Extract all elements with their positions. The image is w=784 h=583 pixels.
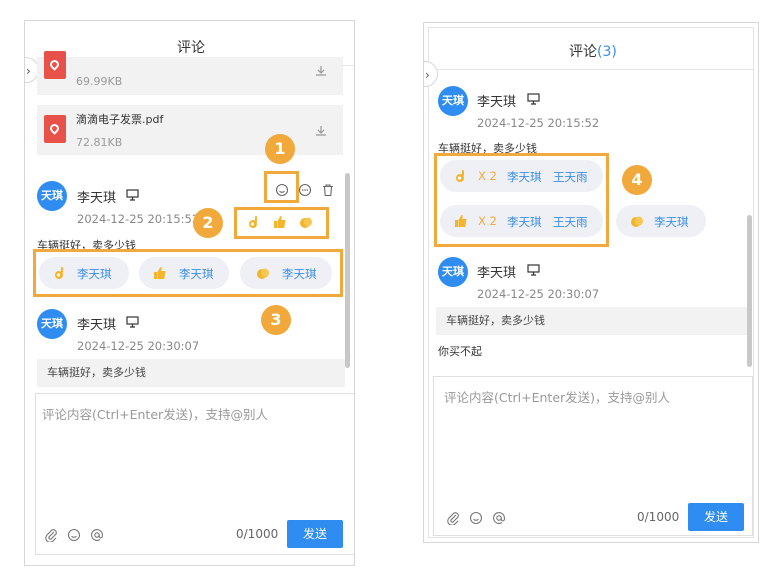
- scrollbar[interactable]: [747, 215, 752, 367]
- step-badge: 1: [265, 134, 295, 164]
- comment-count: (3): [597, 44, 617, 60]
- panel-title: 评论(3): [569, 41, 617, 61]
- download-icon[interactable]: [315, 125, 327, 137]
- clap-icon: [630, 214, 644, 228]
- quoted-comment: 车辆挺好，卖多少钱: [436, 307, 748, 335]
- download-icon[interactable]: [315, 65, 327, 77]
- desktop-icon: [126, 189, 139, 201]
- desktop-icon: [527, 93, 540, 105]
- editor-placeholder: 评论内容(Ctrl+Enter发送)，支持@别人: [444, 390, 671, 405]
- comment-author: 李天琪: [77, 318, 117, 333]
- comment-time: 2024-12-25 20:15:52: [77, 212, 200, 226]
- scrollbar[interactable]: [345, 173, 350, 368]
- divider: [428, 69, 754, 70]
- emoji-icon[interactable]: [67, 528, 81, 542]
- file-card[interactable]: 滴滴电子发票.pdf 72.81KB: [37, 105, 343, 155]
- char-counter: 0/1000: [637, 510, 680, 524]
- reply-icon[interactable]: [298, 183, 312, 197]
- comment-time: 2024-12-25 20:15:52: [477, 116, 600, 130]
- send-button[interactable]: 发送: [287, 520, 343, 548]
- comment-panel-right: 评论(3) › 天琪 李天琪 2024-12-25 20:15:52 车辆挺好，…: [423, 22, 759, 543]
- reaction-user[interactable]: 李天琪: [507, 214, 542, 230]
- step-badge: 3: [261, 305, 291, 335]
- comment-text: 车辆挺好，卖多少钱: [37, 359, 345, 387]
- thumbs-up-icon: [454, 214, 468, 228]
- step-badge: 2: [193, 208, 223, 238]
- reaction-count: X 2: [478, 214, 497, 228]
- step-badge: 4: [622, 165, 652, 195]
- reaction-chip[interactable]: X 2 李天琪 王天雨: [440, 205, 603, 237]
- attachment-icon[interactable]: [44, 528, 58, 542]
- comment-text: 你买不起: [438, 345, 482, 358]
- reaction-chip[interactable]: 李天琪: [616, 205, 706, 237]
- reaction-user[interactable]: 李天琪: [179, 266, 214, 282]
- reaction-user[interactable]: 王天雨: [553, 169, 588, 185]
- attachment-icon[interactable]: [446, 511, 460, 525]
- panel-title: 评论: [177, 40, 205, 56]
- pdf-icon: [44, 51, 66, 79]
- comment-panel-left: 评论 › 69.99KB 滴滴电子发票.pdf 72.81KB 天琪 李天琪 2…: [24, 20, 355, 566]
- comment-editor[interactable]: 评论内容(Ctrl+Enter发送)，支持@别人 0/1000 发送: [35, 393, 354, 555]
- comment-author: 李天琪: [477, 266, 517, 281]
- reaction-count: X 2: [478, 169, 497, 183]
- title-label: 评论: [569, 44, 597, 60]
- reaction-chip[interactable]: X 2 李天琪 王天雨: [440, 160, 603, 192]
- thumbs-up-icon: [153, 266, 167, 280]
- char-counter: 0/1000: [236, 527, 279, 541]
- comment-author: 李天琪: [77, 191, 117, 206]
- thumbs-up-icon[interactable]: [273, 215, 287, 229]
- send-button[interactable]: 发送: [688, 503, 744, 531]
- file-size: 69.99KB: [76, 75, 123, 88]
- desktop-icon: [126, 316, 139, 328]
- reaction-user[interactable]: 李天琪: [77, 266, 112, 282]
- reaction-user[interactable]: 李天琪: [654, 214, 689, 230]
- reaction-user[interactable]: 王天雨: [553, 214, 588, 230]
- pdf-icon: [44, 115, 66, 143]
- ok-hand-icon[interactable]: [247, 215, 261, 229]
- delete-icon[interactable]: [321, 183, 335, 197]
- comment-editor[interactable]: 评论内容(Ctrl+Enter发送)，支持@别人 0/1000 发送: [433, 376, 753, 536]
- avatar: 天琪: [37, 309, 67, 339]
- clap-icon: [256, 266, 270, 280]
- ok-hand-icon: [454, 169, 468, 183]
- avatar: 天琪: [438, 257, 468, 287]
- file-size: 72.81KB: [76, 136, 123, 149]
- desktop-icon: [527, 264, 540, 276]
- comment-author: 李天琪: [477, 95, 517, 110]
- emoji-icon[interactable]: [469, 511, 483, 525]
- comment-time: 2024-12-25 20:30:07: [77, 339, 200, 353]
- file-card[interactable]: 69.99KB: [37, 51, 343, 95]
- reaction-chip[interactable]: 李天琪: [240, 257, 332, 289]
- ok-hand-icon: [53, 266, 67, 280]
- file-name[interactable]: 滴滴电子发票.pdf: [76, 111, 163, 127]
- reaction-chip[interactable]: 李天琪: [139, 257, 229, 289]
- highlight-box: [264, 171, 299, 203]
- reaction-user[interactable]: 李天琪: [282, 266, 317, 282]
- editor-placeholder: 评论内容(Ctrl+Enter发送)，支持@别人: [42, 407, 269, 422]
- avatar: 天琪: [37, 181, 67, 211]
- mention-icon[interactable]: [492, 511, 506, 525]
- reaction-user[interactable]: 李天琪: [507, 169, 542, 185]
- clap-icon[interactable]: [299, 215, 313, 229]
- reaction-chip[interactable]: 李天琪: [39, 257, 129, 289]
- mention-icon[interactable]: [90, 528, 104, 542]
- avatar: 天琪: [438, 86, 468, 116]
- comment-time: 2024-12-25 20:30:07: [477, 287, 600, 301]
